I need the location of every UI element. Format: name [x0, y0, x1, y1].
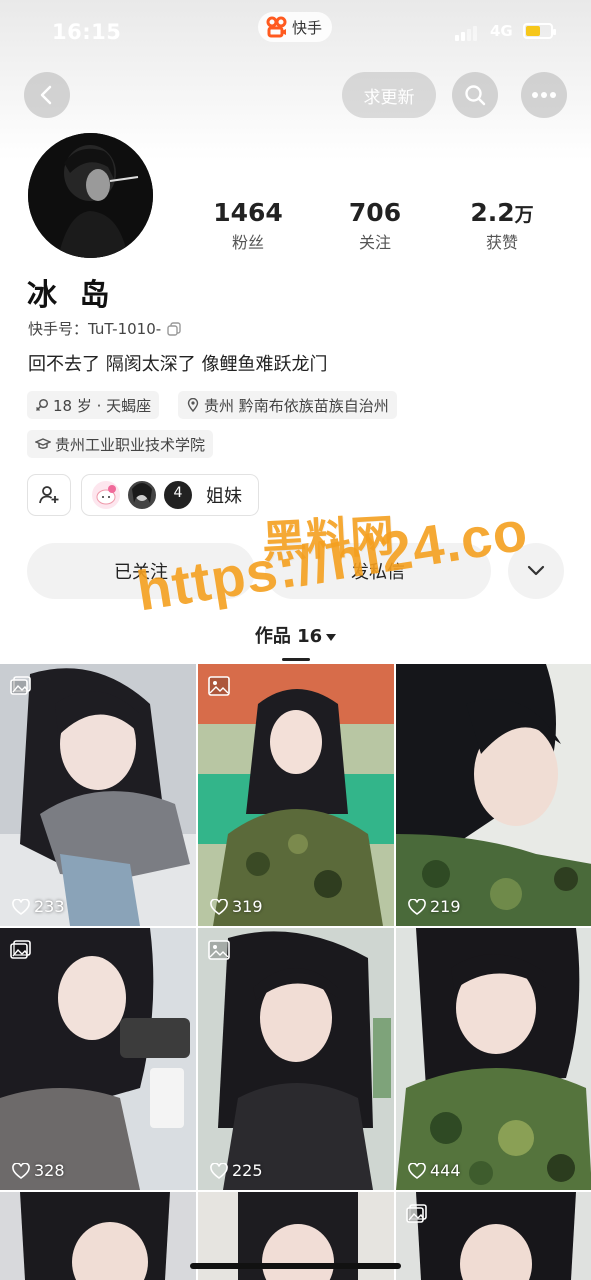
post-likes: 225	[210, 1161, 263, 1180]
battery-icon	[523, 23, 556, 39]
tab-works-label: 作品 16	[254, 626, 323, 647]
stat-likes-value: 2.2	[470, 198, 515, 227]
stat-likes-unit: 万	[514, 204, 534, 226]
home-indicator[interactable]	[190, 1263, 401, 1269]
post-likes: 233	[12, 897, 65, 916]
school-tag-text: 贵州工业职业技术学院	[55, 435, 206, 454]
photo-post-icon	[10, 676, 31, 695]
search-button[interactable]	[452, 72, 498, 118]
post-likes-count: 233	[34, 897, 65, 916]
age-tag: 18 岁 · 天蝎座	[27, 391, 160, 419]
post-tile[interactable]: 328	[0, 928, 196, 1190]
location-tag-text: 贵州 黔南布依族苗族自治州	[204, 396, 389, 415]
status-bar: 16:15 快手 4G	[0, 0, 591, 64]
add-friend-button[interactable]	[27, 474, 71, 516]
post-photo	[0, 1192, 196, 1280]
kuaishou-id-row[interactable]: 快手号：TuT-1010-	[28, 318, 181, 339]
app-indicator: 快手	[258, 12, 333, 42]
profile-name: 冰 岛	[27, 278, 116, 313]
back-button[interactable]	[24, 72, 70, 118]
heart-icon	[12, 1162, 30, 1179]
request-update-button[interactable]: 求更新	[342, 72, 436, 118]
photo-post-icon	[10, 940, 31, 959]
heart-icon	[210, 898, 228, 915]
post-tile[interactable]: 219	[396, 664, 591, 926]
group-label: 姐妹	[206, 486, 242, 507]
post-tile[interactable]	[396, 1192, 591, 1280]
chevron-left-icon	[40, 85, 52, 105]
signal-icon	[455, 26, 477, 41]
post-likes: 444	[408, 1161, 461, 1180]
stat-following-label: 关注	[358, 233, 391, 252]
search-icon	[465, 85, 486, 106]
profile-bio: 回不去了 隔阂太深了 像鲤鱼难跃龙门	[28, 354, 328, 375]
network-type: 4G	[490, 22, 513, 40]
age-tag-text: 18 岁 · 天蝎座	[53, 396, 152, 415]
post-likes: 219	[408, 897, 461, 916]
group-avatar-2	[126, 479, 158, 511]
group-avatar-3: 4	[162, 479, 196, 511]
tab-works-indicator	[282, 658, 310, 661]
location-tag: 贵州 黔南布依族苗族自治州	[178, 391, 397, 419]
post-photo	[0, 928, 196, 1190]
post-likes: 328	[12, 1161, 65, 1180]
group-chat-button[interactable]: 4 姐妹	[81, 474, 259, 516]
heart-icon	[408, 898, 426, 915]
avatar-photo	[28, 133, 153, 258]
more-dots-icon	[532, 92, 556, 98]
avatar[interactable]	[28, 133, 153, 258]
post-tile[interactable]: 444	[396, 928, 591, 1190]
post-likes-count: 328	[34, 1161, 65, 1180]
post-likes-count: 319	[232, 897, 263, 916]
school-tag: 贵州工业职业技术学院	[27, 430, 214, 458]
post-likes-count: 219	[430, 897, 461, 916]
caret-down-icon	[326, 633, 337, 641]
heart-icon	[408, 1162, 426, 1179]
post-photo	[396, 928, 591, 1190]
post-likes: 319	[210, 897, 263, 916]
stat-likes-label: 获赞	[485, 233, 518, 252]
heart-icon	[12, 898, 30, 915]
post-photo	[0, 664, 196, 926]
chevron-down-icon	[527, 565, 545, 576]
add-user-icon	[39, 486, 59, 504]
post-tile[interactable]	[0, 1192, 196, 1280]
graduation-cap-icon	[35, 438, 51, 449]
group-count: 4	[173, 485, 183, 501]
status-time: 16:15	[52, 20, 122, 44]
location-pin-icon	[187, 398, 199, 412]
stat-likes-value-wrap: 2.2万	[447, 198, 557, 227]
post-tile[interactable]: 225	[198, 928, 394, 1190]
post-photo	[198, 928, 394, 1190]
stat-following-value: 706	[348, 198, 402, 227]
more-options-button[interactable]	[521, 72, 567, 118]
kuaishou-id: 快手号：TuT-1010-	[28, 320, 162, 338]
app-name: 快手	[292, 18, 323, 37]
gender-female-icon	[35, 398, 49, 412]
kuaishou-logo-icon	[266, 16, 288, 38]
stat-followers-value: 1464	[213, 198, 283, 227]
photo-post-icon	[208, 676, 230, 696]
post-tile[interactable]: 233	[0, 664, 196, 926]
post-likes-count: 444	[430, 1161, 461, 1180]
tab-works[interactable]: 作品 16	[0, 622, 591, 648]
stat-followers[interactable]: 1464 粉丝	[193, 198, 303, 253]
photo-post-icon	[208, 940, 230, 960]
post-likes-count: 225	[232, 1161, 263, 1180]
photo-post-icon	[406, 1204, 427, 1223]
post-photo	[198, 664, 394, 926]
copy-icon[interactable]	[167, 321, 181, 336]
stat-likes[interactable]: 2.2万 获赞	[447, 198, 557, 253]
group-avatar-1	[90, 479, 122, 511]
post-tile[interactable]: 319	[198, 664, 394, 926]
stat-following[interactable]: 706 关注	[320, 198, 430, 253]
post-photo	[396, 664, 591, 926]
stat-followers-label: 粉丝	[231, 233, 264, 252]
heart-icon	[210, 1162, 228, 1179]
